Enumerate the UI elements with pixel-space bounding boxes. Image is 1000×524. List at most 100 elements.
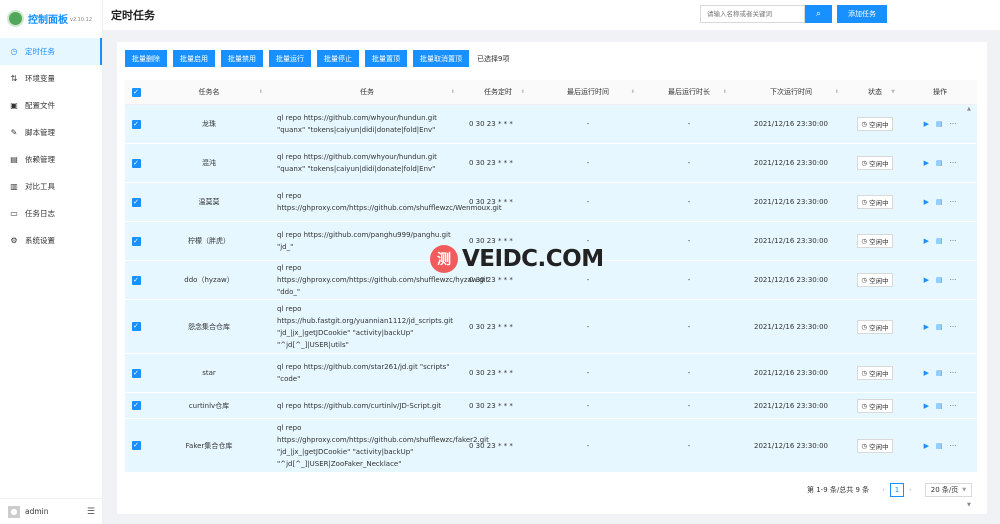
- code-icon: ▤: [10, 155, 18, 164]
- sort-icon[interactable]: ⬍: [259, 89, 263, 95]
- column-header[interactable]: 任务名 ⬍: [147, 80, 271, 104]
- row-checkbox[interactable]: ✓: [131, 441, 141, 450]
- more-icon[interactable]: ···: [950, 323, 957, 331]
- sidebar-item-scripts[interactable]: ✎ 脚本管理: [0, 119, 102, 146]
- run-icon[interactable]: ▶: [924, 402, 929, 410]
- sort-icon[interactable]: ⬍: [521, 89, 525, 95]
- operations-cell: ▶ ▤ ···: [903, 144, 977, 182]
- table-row[interactable]: ✓ star ql repo https://github.com/star261/…: [125, 354, 977, 393]
- run-icon[interactable]: ▶: [924, 198, 929, 206]
- batch-stop-button[interactable]: 批量停止: [317, 50, 359, 67]
- prev-page-icon[interactable]: ‹: [882, 486, 885, 494]
- run-icon[interactable]: ▶: [924, 323, 929, 331]
- filter-icon[interactable]: ▼: [891, 89, 895, 95]
- column-header[interactable]: 状态 ▼: [847, 80, 903, 104]
- batch-pin-button[interactable]: 批量置顶: [365, 50, 407, 67]
- row-checkbox[interactable]: ✓: [131, 236, 141, 246]
- logo-icon: [7, 9, 24, 27]
- row-checkbox[interactable]: ✓: [131, 275, 141, 285]
- row-checkbox[interactable]: ✓: [131, 368, 141, 378]
- row-checkbox[interactable]: ✓: [131, 401, 141, 410]
- batch-enable-button[interactable]: 批量启用: [173, 50, 215, 67]
- user-bar[interactable]: ● admin ☰: [0, 498, 103, 524]
- log-file-icon[interactable]: ▤: [936, 276, 943, 284]
- sort-icon[interactable]: ⬍: [835, 89, 839, 95]
- run-icon[interactable]: ▶: [924, 120, 929, 128]
- table-row[interactable]: ✓ 混沌 ql repo https://github.com/whyour/hun…: [125, 144, 977, 183]
- more-icon[interactable]: ···: [950, 442, 957, 450]
- status-cell: ◷ 空闲中: [847, 393, 903, 418]
- column-header[interactable]: 任务 ⬍: [271, 80, 463, 104]
- log-file-icon[interactable]: ▤: [936, 237, 943, 245]
- page-number[interactable]: 1: [889, 483, 904, 497]
- status-label: 空闲中: [869, 442, 889, 451]
- menu-collapse-icon[interactable]: ☰: [87, 507, 95, 517]
- search-button[interactable]: ⌕: [805, 5, 832, 23]
- column-header[interactable]: 任务定时 ⬍: [463, 80, 533, 104]
- column-header[interactable]: 最后运行时长 ⬍: [643, 80, 735, 104]
- folder-icon: ▭: [10, 209, 18, 218]
- column-header[interactable]: 下次运行时间 ⬍: [735, 80, 847, 104]
- more-icon[interactable]: ···: [950, 237, 957, 245]
- more-icon[interactable]: ···: [950, 402, 957, 410]
- watermark-badge: 测: [430, 245, 458, 273]
- sort-icon[interactable]: ⬍: [451, 89, 455, 95]
- sidebar-item-deps[interactable]: ▤ 依赖管理: [0, 146, 102, 173]
- scroll-up-icon[interactable]: ▲: [967, 106, 971, 112]
- sort-icon[interactable]: ⬍: [723, 89, 727, 95]
- more-icon[interactable]: ···: [950, 159, 957, 167]
- sidebar-item-env[interactable]: ⇅ 环境变量: [0, 65, 102, 92]
- run-icon[interactable]: ▶: [924, 237, 929, 245]
- log-file-icon[interactable]: ▤: [936, 159, 943, 167]
- search-input[interactable]: [700, 5, 805, 23]
- sidebar-item-label: 配置文件: [25, 101, 55, 110]
- batch-delete-button[interactable]: 批量删除: [125, 50, 167, 67]
- sort-icon[interactable]: ⬍: [631, 89, 635, 95]
- more-icon[interactable]: ···: [950, 276, 957, 284]
- scroll-down-icon[interactable]: ▼: [967, 502, 971, 508]
- run-icon[interactable]: ▶: [924, 442, 929, 450]
- batch-run-button[interactable]: 批量运行: [269, 50, 311, 67]
- last-run-time: -: [586, 159, 590, 167]
- sidebar-item-label: 依赖管理: [25, 155, 55, 164]
- log-file-icon[interactable]: ▤: [936, 120, 943, 128]
- add-task-button[interactable]: 添加任务: [837, 5, 887, 23]
- page-size-select[interactable]: 20 条/页 ▼: [924, 483, 973, 497]
- sidebar-item-diff[interactable]: ▥ 对比工具: [0, 173, 102, 200]
- batch-disable-button[interactable]: 批量禁用: [221, 50, 263, 67]
- table-row[interactable]: ✓ curtinlv仓库 ql repo https://github.com/cu…: [125, 393, 977, 419]
- clock-icon: ◷: [861, 198, 868, 206]
- column-header[interactable]: 最后运行时间 ⬍: [533, 80, 643, 104]
- next-page-icon[interactable]: ›: [909, 486, 912, 494]
- table-scrollbar[interactable]: ▲ ▼: [967, 106, 973, 508]
- table-row[interactable]: ✓ 温莫莫 ql repo https://ghproxy.com/https://…: [125, 183, 977, 222]
- app-version: v2.10.12: [70, 16, 93, 23]
- run-icon[interactable]: ▶: [924, 276, 929, 284]
- log-file-icon[interactable]: ▤: [936, 369, 943, 377]
- more-icon[interactable]: ···: [950, 198, 957, 206]
- task-cron: 0 30 23 * * *: [469, 120, 513, 128]
- sidebar-item-settings[interactable]: ⚙ 系统设置: [0, 227, 102, 254]
- sidebar-item-logs[interactable]: ▭ 任务日志: [0, 200, 102, 227]
- table-row[interactable]: ✓ 怨念集合仓库 ql repo https://hub.fastgit.org/y…: [125, 300, 977, 354]
- sidebar-item-cron[interactable]: ◷ 定时任务: [0, 38, 102, 65]
- task-command: ql repo https://github.com/star261/jd.gi…: [277, 363, 450, 383]
- more-icon[interactable]: ···: [950, 120, 957, 128]
- run-icon[interactable]: ▶: [924, 159, 929, 167]
- run-icon[interactable]: ▶: [924, 369, 929, 377]
- row-checkbox[interactable]: ✓: [131, 158, 141, 168]
- log-file-icon[interactable]: ▤: [936, 198, 943, 206]
- log-file-icon[interactable]: ▤: [936, 402, 943, 410]
- table-row[interactable]: ✓ Faker集合仓库 ql repo https://ghproxy.com/ht…: [125, 419, 977, 473]
- more-icon[interactable]: ···: [950, 369, 957, 377]
- log-file-icon[interactable]: ▤: [936, 323, 943, 331]
- sidebar-item-config[interactable]: ▣ 配置文件: [0, 92, 102, 119]
- row-checkbox[interactable]: ✓: [131, 119, 141, 129]
- select-all-checkbox[interactable]: ✓: [131, 87, 141, 97]
- operations-cell: ▶ ▤ ···: [903, 183, 977, 221]
- batch-unpin-button[interactable]: 批量取消置顶: [413, 50, 469, 67]
- row-checkbox[interactable]: ✓: [131, 322, 141, 331]
- table-row[interactable]: ✓ 龙珠 ql repo https://github.com/whyour/hun…: [125, 105, 977, 144]
- log-file-icon[interactable]: ▤: [936, 442, 943, 450]
- row-checkbox[interactable]: ✓: [131, 197, 141, 207]
